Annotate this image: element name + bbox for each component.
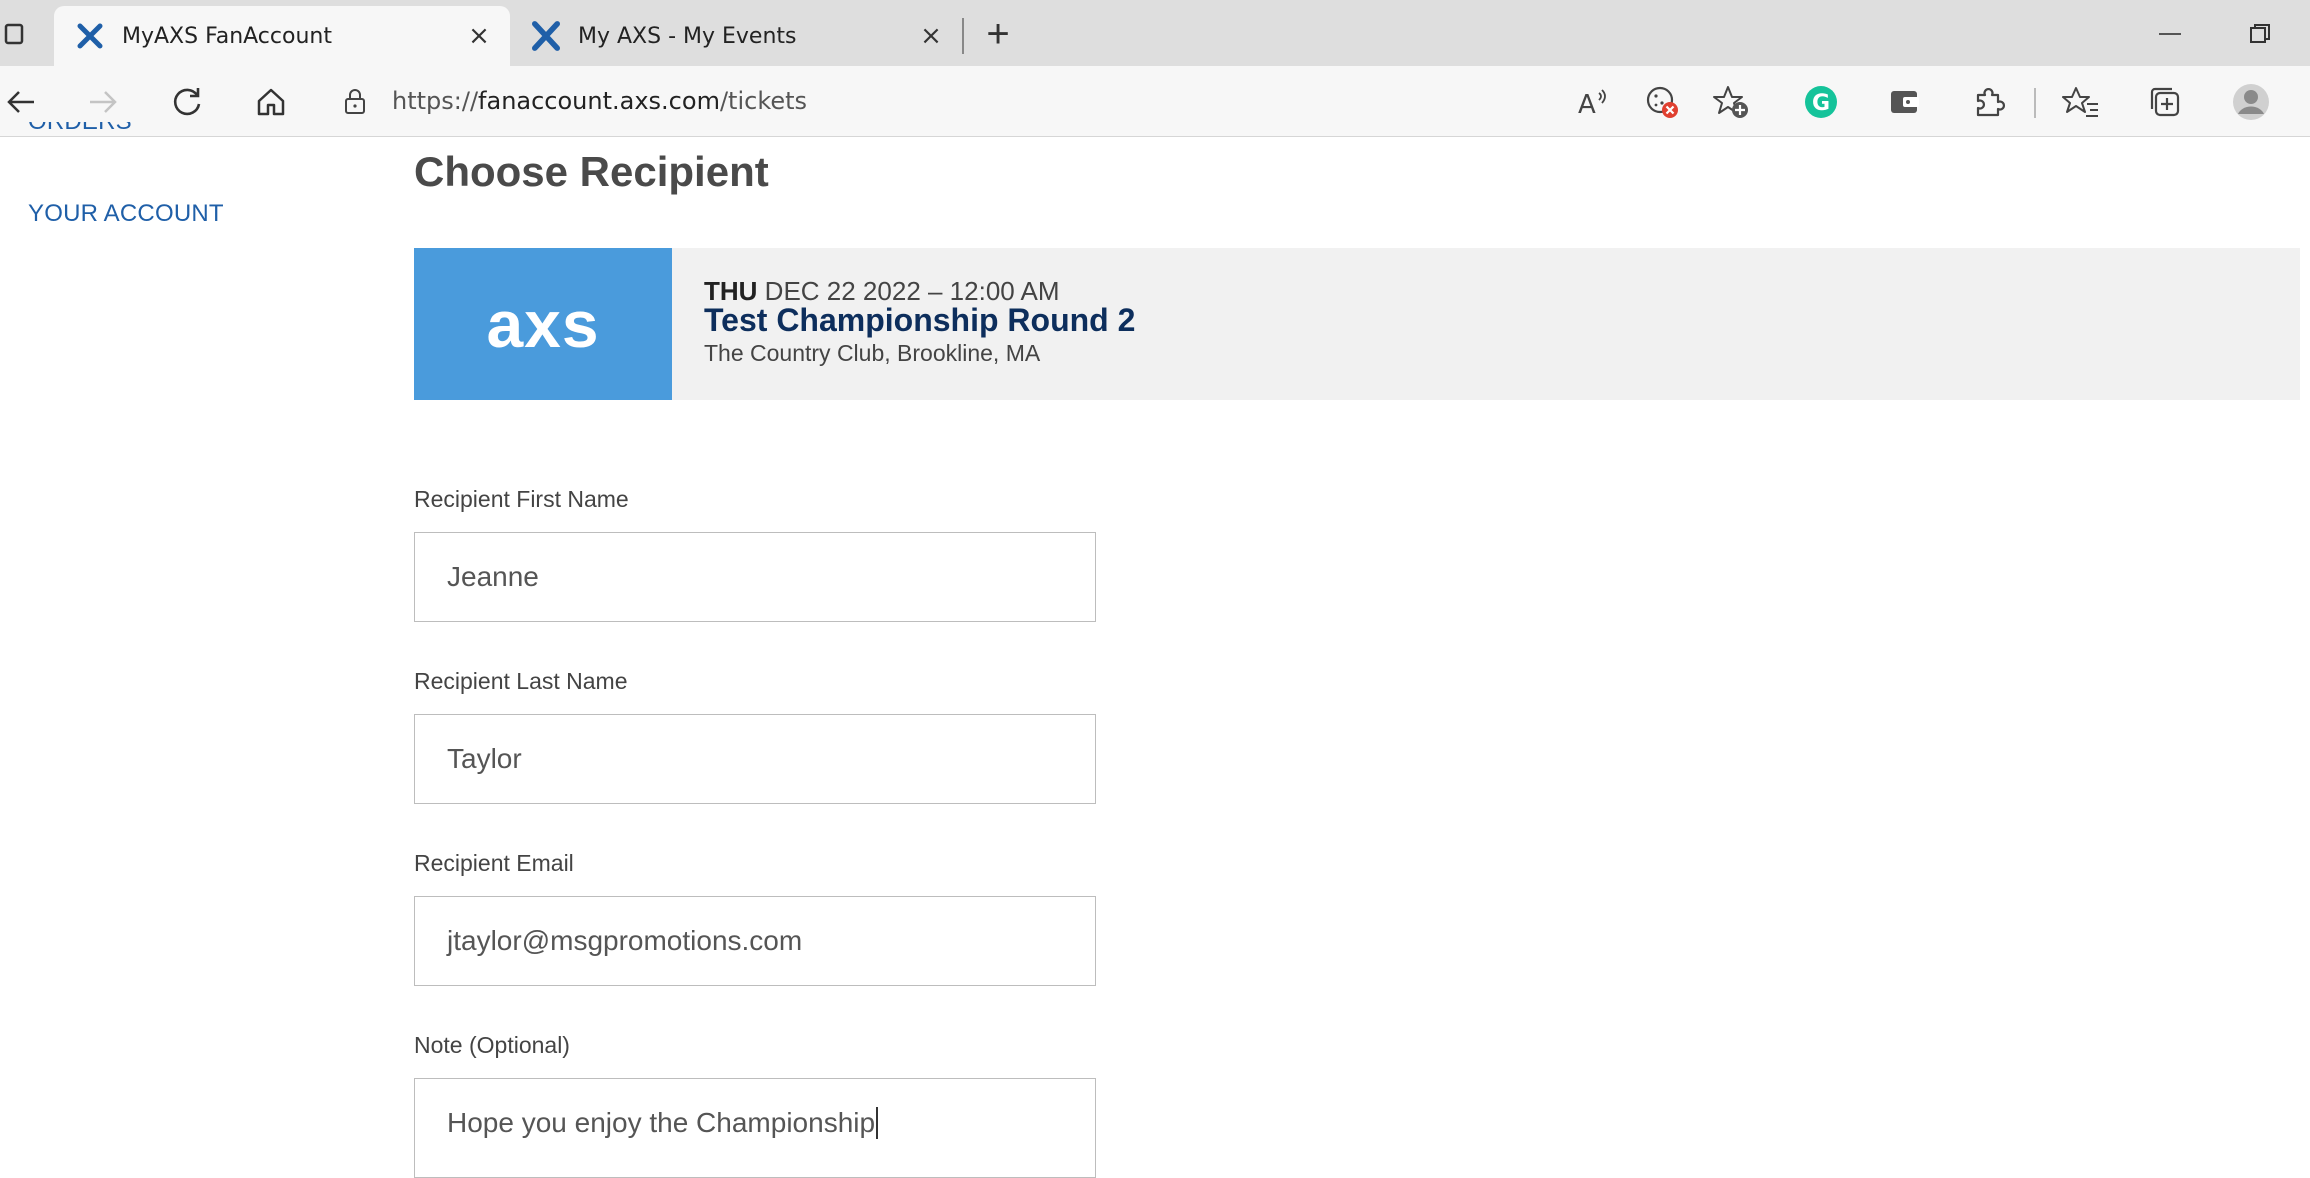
address-bar[interactable]: https://fanaccount.axs.com/tickets: [340, 76, 1760, 126]
url-scheme: https://: [392, 87, 479, 115]
tab-divider: [962, 18, 964, 54]
close-tab-icon[interactable]: ×: [462, 19, 496, 53]
sidebar-link-your-account[interactable]: YOUR ACCOUNT: [28, 200, 224, 228]
url-path: /tickets: [719, 87, 808, 115]
first-name-label: Recipient First Name: [414, 486, 629, 512]
favorites-icon[interactable]: [2060, 81, 2102, 123]
note-field[interactable]: Hope you enjoy the Championship: [414, 1078, 1096, 1178]
note-value: Hope you enjoy the Championship: [447, 1107, 876, 1138]
toolbar-divider: [2034, 88, 2036, 118]
extensions-icon[interactable]: [1968, 81, 2010, 123]
profile-icon[interactable]: [2230, 81, 2272, 123]
event-venue: The Country Club, Brookline, MA: [704, 340, 1041, 366]
restore-icon[interactable]: [2240, 14, 2280, 54]
svg-text:G: G: [1812, 91, 1830, 116]
event-card: axs THU DEC 22 2022 – 12:00 AM Test Cham…: [414, 248, 2300, 400]
event-name: Test Championship Round 2: [704, 302, 1136, 338]
forward-icon[interactable]: [82, 81, 124, 123]
email-field[interactable]: jtaylor@msgpromotions.com: [414, 896, 1096, 986]
grammarly-icon[interactable]: G: [1800, 81, 1842, 123]
collections-icon[interactable]: [2144, 81, 2186, 123]
last-name-value: Taylor: [447, 743, 522, 774]
tab-myaxs-fanaccount[interactable]: MyAXS FanAccount ×: [54, 6, 510, 66]
last-name-field[interactable]: Taylor: [414, 714, 1096, 804]
minimize-icon[interactable]: [2150, 14, 2190, 54]
first-name-value: Jeanne: [447, 561, 539, 592]
close-tab-icon[interactable]: ×: [914, 19, 948, 53]
lock-icon[interactable]: [340, 86, 370, 116]
axs-event-logo: axs: [414, 248, 672, 400]
axs-logo-text: axs: [486, 287, 600, 361]
note-label: Note (Optional): [414, 1032, 570, 1058]
home-icon[interactable]: [250, 81, 292, 123]
tab-my-axs-events[interactable]: My AXS - My Events ×: [510, 6, 962, 66]
tab-actions-icon[interactable]: [0, 14, 34, 54]
url-host: fanaccount.axs.com: [478, 87, 720, 115]
wallet-icon[interactable]: [1884, 81, 1926, 123]
browser-tab-strip: MyAXS FanAccount × My AXS - My Events × …: [0, 0, 2310, 66]
refresh-icon[interactable]: [166, 81, 208, 123]
tab-title: My AXS - My Events: [578, 23, 797, 49]
new-tab-button[interactable]: +: [976, 12, 1020, 56]
sidebar-link-orders[interactable]: ORDERS: [28, 122, 132, 150]
page-title: Choose Recipient: [414, 148, 769, 195]
email-label: Recipient Email: [414, 850, 574, 876]
back-icon[interactable]: [0, 81, 42, 123]
first-name-field[interactable]: Jeanne: [414, 532, 1096, 622]
text-cursor: [876, 1107, 879, 1139]
axs-favicon-icon: [76, 22, 104, 50]
svg-text:A: A: [1578, 90, 1596, 117]
read-aloud-icon[interactable]: A: [1572, 81, 1614, 123]
axs-favicon-icon: [532, 21, 560, 51]
email-value: jtaylor@msgpromotions.com: [447, 925, 803, 956]
sidebar-link-orders-label: ORDERS: [28, 122, 132, 136]
last-name-label: Recipient Last Name: [414, 668, 628, 694]
tab-title: MyAXS FanAccount: [122, 23, 332, 49]
browser-toolbar: https://fanaccount.axs.com/tickets A G: [0, 66, 2310, 137]
cookie-blocked-icon[interactable]: [1642, 81, 1684, 123]
add-favorite-icon[interactable]: [1710, 81, 1752, 123]
